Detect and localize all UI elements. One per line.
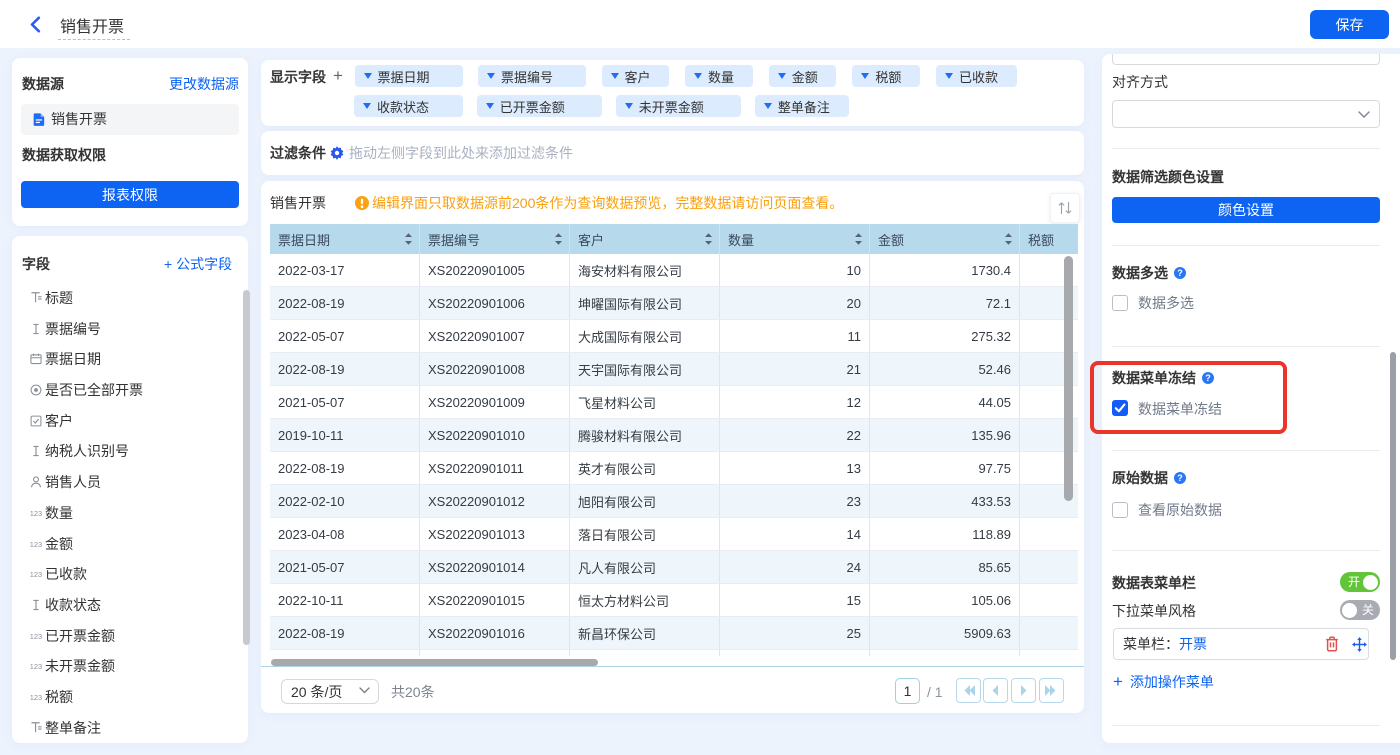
svg-text:123: 123 (30, 693, 42, 702)
svg-text:123: 123 (30, 662, 42, 671)
svg-text:123: 123 (30, 632, 42, 641)
svg-text:123: 123 (30, 509, 42, 518)
svg-text:123: 123 (30, 540, 42, 549)
svg-text:123: 123 (30, 570, 42, 579)
